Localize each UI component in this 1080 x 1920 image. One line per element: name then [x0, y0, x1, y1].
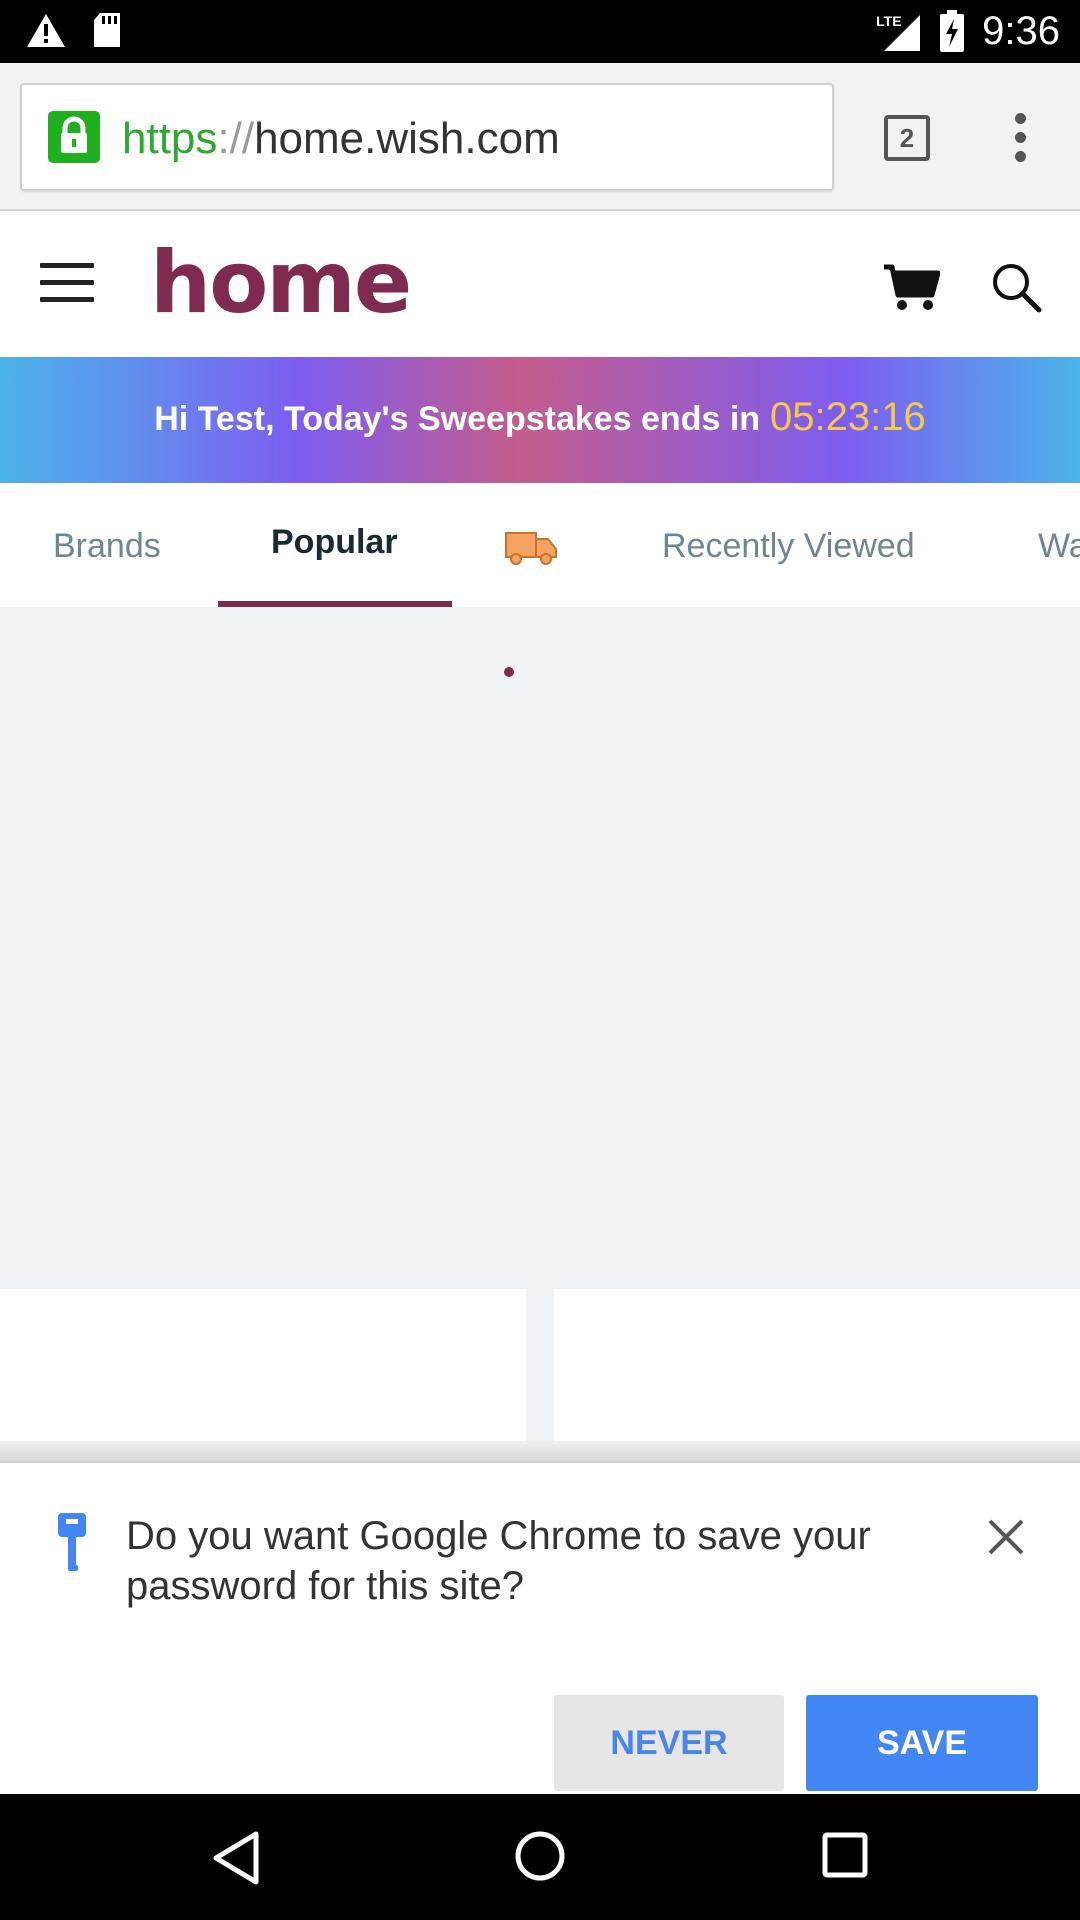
- never-button[interactable]: NEVER: [554, 1695, 784, 1791]
- recents-icon[interactable]: [822, 1832, 868, 1878]
- tab-wa[interactable]: Wa: [1038, 527, 1080, 566]
- site-logo[interactable]: home: [150, 233, 412, 333]
- battery-charging-icon: [940, 10, 965, 52]
- back-icon[interactable]: [210, 1830, 262, 1886]
- system-nav-bar: [0, 1794, 1080, 1920]
- countdown-timer: 05:23:16: [770, 395, 926, 439]
- save-password-message: Do you want Google Chrome to save your p…: [126, 1514, 871, 1608]
- key-icon: [58, 1513, 86, 1571]
- hamburger-menu-icon[interactable]: [40, 263, 94, 303]
- close-icon[interactable]: [984, 1515, 1028, 1559]
- truck-icon[interactable]: [502, 527, 558, 567]
- banner-message: Hi Test, Today's Sweepstakes ends in: [154, 400, 761, 438]
- product-card[interactable]: [0, 1289, 526, 1449]
- product-feed: [0, 607, 1080, 1461]
- tab-popular[interactable]: Popular: [271, 523, 398, 562]
- warning-icon: [27, 14, 65, 47]
- tab-brands[interactable]: Brands: [53, 527, 161, 566]
- tab-recently-viewed[interactable]: Recently Viewed: [662, 527, 915, 566]
- site-header: home: [0, 213, 1080, 357]
- loading-indicator: [504, 667, 514, 677]
- sd-card-icon: [94, 13, 120, 47]
- save-password-infobar: Do you want Google Chrome to save your p…: [0, 1461, 1080, 1794]
- url-text[interactable]: https://home.wish.com: [122, 113, 560, 165]
- clock: 9:36: [982, 9, 1060, 53]
- product-card[interactable]: [554, 1289, 1080, 1449]
- save-button[interactable]: SAVE: [806, 1695, 1038, 1791]
- status-bar: LTE 9:36: [0, 0, 1080, 63]
- search-icon[interactable]: [990, 261, 1042, 313]
- address-bar[interactable]: https://home.wish.com: [20, 83, 834, 191]
- tab-switcher-icon[interactable]: 2: [884, 115, 930, 161]
- signal-icon: LTE: [876, 9, 922, 53]
- lock-icon[interactable]: [48, 111, 100, 163]
- cart-icon[interactable]: [882, 263, 940, 313]
- menu-kebab-icon[interactable]: [1002, 113, 1038, 165]
- infobar-shadow: [0, 1441, 1080, 1461]
- browser-toolbar: https://home.wish.com 2: [0, 63, 1080, 211]
- home-icon[interactable]: [514, 1830, 566, 1882]
- sweepstakes-banner[interactable]: Hi Test, Today's Sweepstakes ends in 05:2…: [0, 357, 1080, 483]
- category-tabs: Brands Popular Recently Viewed Wa: [0, 483, 1080, 607]
